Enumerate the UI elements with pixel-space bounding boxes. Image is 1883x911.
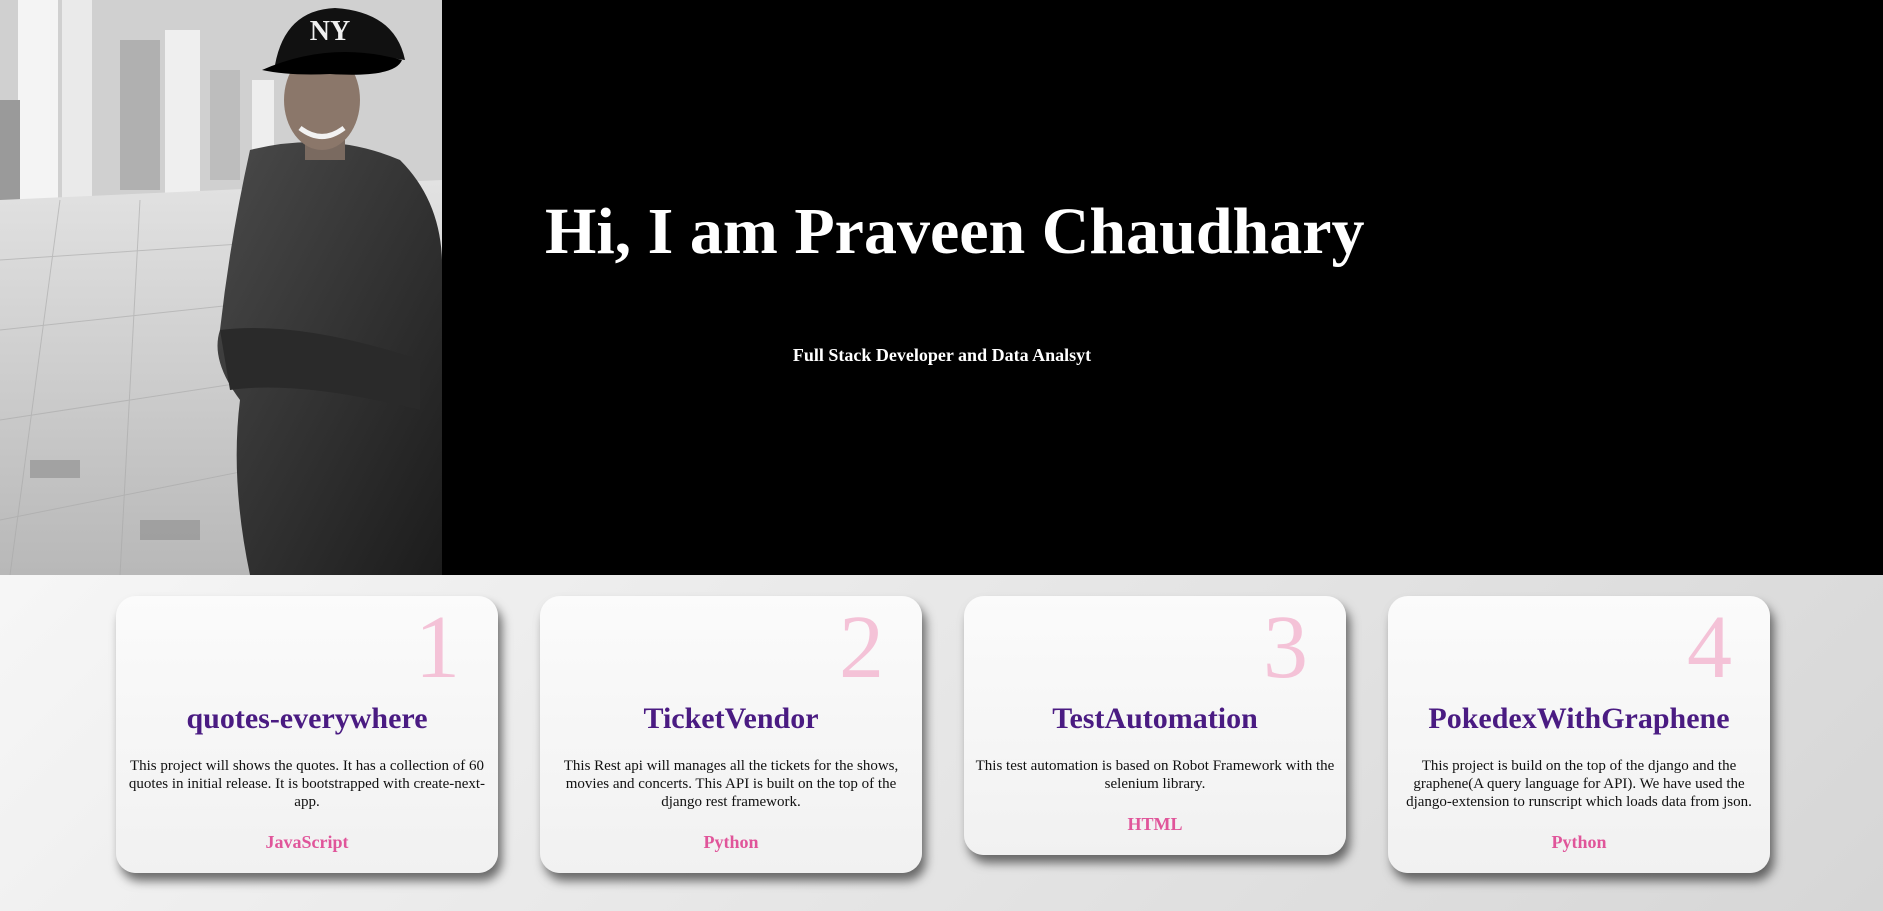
profile-photo: NY: [0, 0, 442, 575]
hero-section: NY Hi, I am Praveen Chaudhary Full Stack…: [0, 0, 1883, 575]
project-description: This test automation is based on Robot F…: [975, 758, 1335, 792]
project-card[interactable]: 4 PokedexWithGraphene This project is bu…: [1388, 596, 1770, 873]
project-card[interactable]: 3 TestAutomation This test automation is…: [964, 596, 1346, 855]
project-language: Python: [1551, 832, 1607, 852]
svg-text:NY: NY: [310, 16, 350, 47]
project-card[interactable]: 2 TicketVendor This Rest api will manage…: [540, 596, 922, 873]
project-description: This project is build on the top of the …: [1406, 758, 1752, 810]
hero-title: Hi, I am Praveen Chaudhary: [545, 195, 1365, 268]
project-number: 3: [1263, 598, 1308, 697]
project-language: Python: [703, 832, 759, 852]
hero-subtitle: Full Stack Developer and Data Analsyt: [792, 345, 1092, 365]
project-description: This project will shows the quotes. It h…: [128, 758, 486, 810]
project-number: 4: [1687, 598, 1732, 697]
project-number: 2: [839, 598, 884, 697]
project-number: 1: [415, 598, 460, 697]
project-language: HTML: [1127, 814, 1183, 834]
project-language: JavaScript: [265, 832, 349, 852]
project-description: This Rest api will manages all the ticke…: [563, 758, 899, 810]
project-card[interactable]: 1 quotes-everywhere This project will sh…: [116, 596, 498, 873]
